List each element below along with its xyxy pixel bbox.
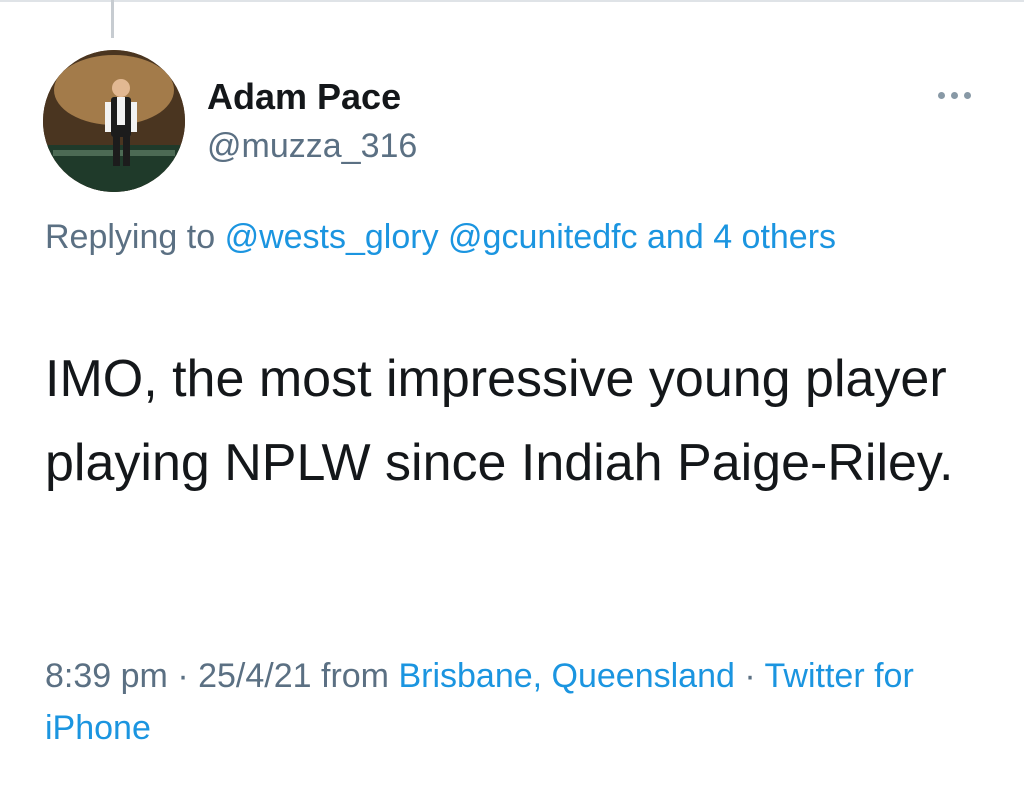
avatar[interactable]	[43, 50, 185, 192]
meta-separator: ·	[744, 657, 756, 695]
display-name[interactable]: Adam Pace	[207, 76, 401, 118]
dot	[950, 91, 958, 99]
tweet-date[interactable]: 25/4/21	[198, 657, 311, 695]
avatar-photo	[43, 50, 185, 192]
more-options-icon[interactable]	[928, 80, 980, 110]
reply-prefix: Replying to	[45, 218, 216, 256]
tweet-text: IMO, the most impressive young player pl…	[45, 350, 954, 492]
tweet-time[interactable]: 8:39 pm	[45, 657, 168, 695]
top-divider	[0, 0, 1024, 2]
dot	[963, 91, 971, 99]
others-link[interactable]: and 4 others	[647, 218, 836, 256]
mention-link[interactable]: @wests_glory	[225, 218, 439, 256]
tweet-meta: 8:39 pm · 25/4/21 from Brisbane, Queensl…	[45, 650, 985, 754]
meta-separator: ·	[177, 657, 189, 695]
location-link[interactable]: Brisbane, Queensland	[398, 657, 734, 695]
reply-context: Replying to @wests_glory @gcunitedfc and…	[45, 209, 945, 265]
from-label: from	[321, 657, 389, 695]
mention-link[interactable]: @gcunitedfc	[448, 218, 638, 256]
dot	[937, 91, 945, 99]
thread-connector-line	[111, 0, 114, 38]
user-handle[interactable]: @muzza_316	[207, 127, 417, 166]
